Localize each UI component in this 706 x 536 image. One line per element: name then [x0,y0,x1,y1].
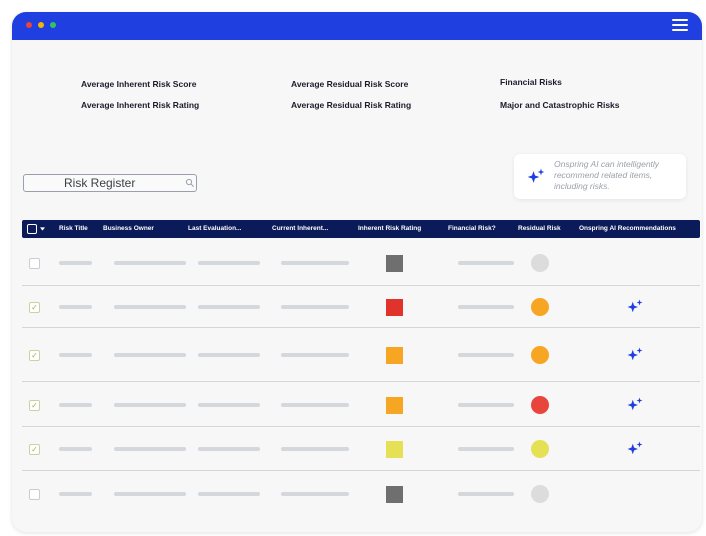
placeholder-bar [281,353,349,357]
table-row[interactable]: ✓ [22,427,700,471]
placeholder-bar [281,305,349,309]
placeholder-bar [59,447,92,451]
placeholder-bar [281,492,349,496]
placeholder-bar [114,447,186,451]
placeholder-bar [59,353,92,357]
risk-register-search [23,174,197,192]
placeholder-bar [198,403,260,407]
app-window: Average Inherent Risk Score Average Inhe… [12,12,702,532]
placeholder-bar [59,261,92,265]
column-financial-risk[interactable]: Financial Risk? [448,225,496,232]
metric-average-inherent-risk-score: Average Inherent Risk Score [81,79,197,89]
row-checkbox[interactable] [29,489,40,500]
residual-risk-indicator [531,485,549,503]
metric-average-inherent-risk-rating: Average Inherent Risk Rating [81,100,200,110]
row-checkbox[interactable]: ✓ [29,350,40,361]
placeholder-bar [114,353,186,357]
search-input[interactable] [64,175,174,191]
column-last-evaluation[interactable]: Last Evaluation... [188,225,241,232]
placeholder-bar [59,403,92,407]
placeholder-bar [114,492,186,496]
metric-financial-risks: Financial Risks [500,77,562,87]
table-row[interactable] [22,239,700,286]
column-business-owner[interactable]: Business Owner [103,225,154,232]
metric-average-residual-risk-score: Average Residual Risk Score [291,79,409,89]
residual-risk-indicator [531,440,549,458]
sparkle-icon [527,168,545,183]
inherent-risk-rating-swatch [386,486,403,503]
metric-average-residual-risk-rating: Average Residual Risk Rating [291,100,412,110]
inherent-risk-rating-swatch [386,255,403,272]
residual-risk-indicator [531,298,549,316]
placeholder-bar [198,353,260,357]
placeholder-bar [198,447,260,451]
table-row[interactable]: ✓ [22,382,700,427]
column-onspring-ai-recommendations[interactable]: Onspring AI Recommendations [579,225,676,232]
placeholder-bar [114,261,186,265]
table-row[interactable] [22,471,700,516]
select-all-checkbox[interactable] [27,224,37,234]
metric-major-catastrophic-risks: Major and Catastrophic Risks [500,100,620,110]
ai-recommendation-card: Onspring AI can intelligently recommend … [514,154,686,199]
chevron-down-icon[interactable] [40,227,45,231]
inherent-risk-rating-swatch [386,347,403,364]
placeholder-bar [458,305,514,309]
placeholder-bar [198,261,260,265]
table-row[interactable]: ✓ [22,286,700,328]
hamburger-menu-icon[interactable] [672,18,688,32]
maximize-window-dot[interactable] [50,22,56,28]
sparkle-icon[interactable] [626,346,644,364]
inherent-risk-rating-swatch [386,441,403,458]
ai-card-text: Onspring AI can intelligently recommend … [554,159,660,191]
row-checkbox[interactable] [29,258,40,269]
sparkle-icon[interactable] [626,396,644,414]
placeholder-bar [59,492,92,496]
inherent-risk-rating-swatch [386,299,403,316]
placeholder-bar [59,305,92,309]
placeholder-bar [114,305,186,309]
placeholder-bar [281,403,349,407]
placeholder-bar [198,492,260,496]
column-residual-risk[interactable]: Residual Risk [518,225,561,232]
placeholder-bar [114,403,186,407]
residual-risk-indicator [531,254,549,272]
residual-risk-indicator [531,346,549,364]
table-row[interactable]: ✓ [22,328,700,382]
sparkle-icon[interactable] [626,298,644,316]
close-window-dot[interactable] [26,22,32,28]
placeholder-bar [458,403,514,407]
placeholder-bar [458,447,514,451]
inherent-risk-rating-swatch [386,397,403,414]
placeholder-bar [458,353,514,357]
placeholder-bar [458,261,514,265]
column-risk-title[interactable]: Risk Title [59,225,88,232]
sparkle-icon[interactable] [626,440,644,458]
minimize-window-dot[interactable] [38,22,44,28]
column-current-inherent[interactable]: Current Inherent... [272,225,328,232]
placeholder-bar [458,492,514,496]
table-header: Risk Title Business Owner Last Evaluatio… [22,220,700,238]
row-checkbox[interactable]: ✓ [29,400,40,411]
column-inherent-risk-rating[interactable]: Inherent Risk Rating [358,225,421,232]
placeholder-bar [281,261,349,265]
residual-risk-indicator [531,396,549,414]
row-checkbox[interactable]: ✓ [29,302,40,313]
row-checkbox[interactable]: ✓ [29,444,40,455]
title-bar [12,12,702,40]
search-icon[interactable] [185,178,195,188]
placeholder-bar [281,447,349,451]
placeholder-bar [198,305,260,309]
